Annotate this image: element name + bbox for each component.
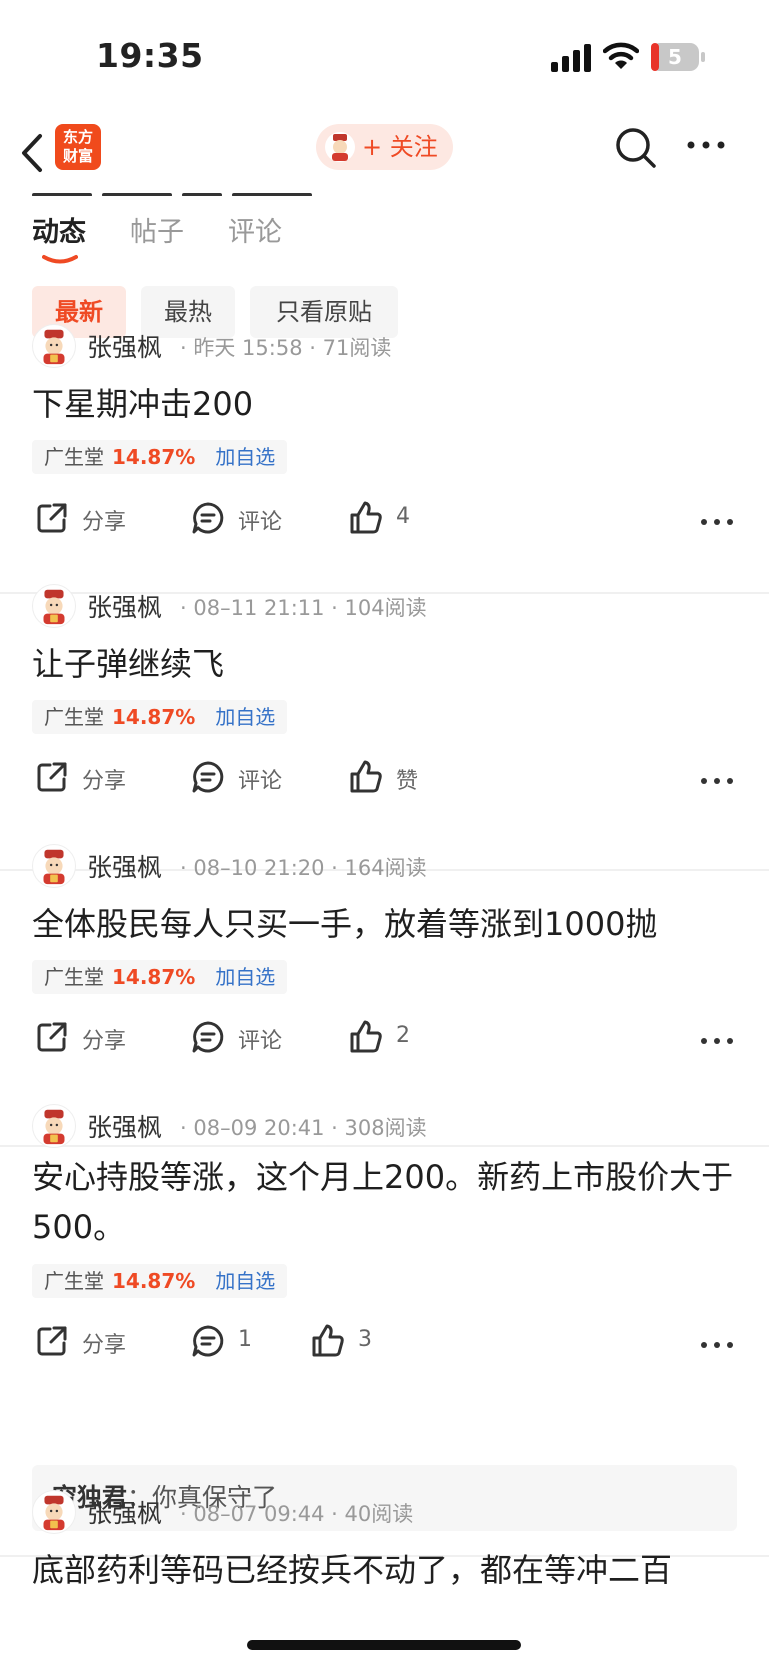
add-watchlist-link[interactable]: 加自选 (215, 1269, 275, 1293)
share-label: 分享 (82, 510, 127, 535)
app-logo: 东方 财富 (55, 124, 101, 170)
read-count: 40阅读 (344, 1502, 414, 1526)
post-more-icon[interactable] (700, 771, 734, 784)
comment-label: 评论 (238, 769, 283, 794)
read-count: 104阅读 (344, 596, 427, 620)
filter-original-only[interactable]: 只看原贴 (250, 286, 398, 338)
read-count: 308阅读 (344, 1116, 427, 1140)
post-text[interactable]: 让子弹继续飞 (32, 638, 737, 690)
post-text[interactable]: 安心持股等涨，这个月上200。新药上市股价大于500。 (32, 1152, 737, 1252)
post-time: 08–11 21:11 (193, 596, 325, 620)
username[interactable]: 张强枫 (87, 1108, 162, 1144)
like-label: 赞 (396, 769, 419, 794)
like-label: 3 (358, 1327, 372, 1352)
active-tab-indicator (42, 255, 78, 264)
scrolled-header-remnant (32, 182, 372, 196)
post-time: 昨天 15:58 (193, 336, 303, 360)
battery-icon: 5 (650, 42, 706, 72)
user-avatar[interactable] (32, 1104, 76, 1148)
post-more-icon[interactable] (700, 1031, 734, 1044)
tab-posts[interactable]: 帖子 (130, 210, 184, 249)
like-label: 2 (396, 1023, 410, 1048)
stock-name: 广生堂 (44, 1269, 104, 1293)
post-meta-info: · 昨天 15:58 · 71阅读 (180, 336, 392, 360)
more-options-icon[interactable] (686, 138, 726, 152)
add-watchlist-link[interactable]: 加自选 (215, 705, 275, 729)
follow-label: + 关注 (362, 133, 438, 161)
post-text[interactable]: 底部药利等码已经按兵不动了，都在等冲二百 (32, 1544, 737, 1596)
stock-tag[interactable]: 广生堂 14.87% 加自选 (32, 440, 288, 474)
user-avatar[interactable] (32, 844, 76, 888)
share-label: 分享 (82, 769, 127, 794)
user-avatar[interactable] (32, 324, 76, 368)
stock-tag[interactable]: 广生堂 14.87% 加自选 (32, 700, 288, 734)
username[interactable]: 张强枫 (87, 1494, 162, 1530)
add-watchlist-link[interactable]: 加自选 (215, 445, 275, 469)
user-avatar[interactable] (32, 1490, 76, 1534)
post-actions: 分享 评论 2 (0, 1015, 769, 1059)
status-bar: 19:35 5 (0, 0, 769, 110)
username[interactable]: 张强枫 (87, 848, 162, 884)
status-time: 19:35 (96, 36, 204, 75)
share-label: 分享 (82, 1029, 127, 1054)
home-indicator (247, 1640, 521, 1650)
post-time: 08–07 09:44 (193, 1502, 325, 1526)
share-button[interactable]: 分享 (34, 755, 134, 799)
stock-change: 14.87% (112, 705, 196, 729)
read-count: 71阅读 (322, 336, 392, 360)
stock-name: 广生堂 (44, 965, 104, 989)
comment-label: 1 (238, 1327, 252, 1352)
share-label: 分享 (82, 1333, 127, 1358)
post-meta-info: · 08–07 09:44 · 40阅读 (180, 1502, 414, 1526)
share-button[interactable]: 分享 (34, 496, 134, 540)
tab-comments[interactable]: 评论 (228, 210, 282, 249)
stock-change: 14.87% (112, 1269, 196, 1293)
comment-label: 评论 (238, 510, 283, 535)
post-meta-info: · 08–10 21:20 · 164阅读 (180, 856, 427, 880)
stock-change: 14.87% (112, 965, 196, 989)
search-icon[interactable] (614, 126, 658, 170)
user-avatar-icon (325, 132, 355, 162)
username[interactable]: 张强枫 (87, 588, 162, 624)
like-button[interactable]: 3 (310, 1319, 410, 1363)
share-button[interactable]: 分享 (34, 1015, 134, 1059)
like-button[interactable]: 赞 (348, 755, 448, 799)
like-label: 4 (396, 504, 410, 529)
read-count: 164阅读 (344, 856, 427, 880)
user-avatar[interactable] (32, 584, 76, 628)
post-more-icon[interactable] (700, 1335, 734, 1348)
tab-dynamic[interactable]: 动态 (32, 210, 86, 249)
add-watchlist-link[interactable]: 加自选 (215, 965, 275, 989)
stock-tag[interactable]: 广生堂 14.87% 加自选 (32, 960, 288, 994)
comment-button[interactable]: 评论 (190, 755, 290, 799)
wifi-icon (603, 42, 639, 69)
stock-change: 14.87% (112, 445, 196, 469)
comment-button[interactable]: 评论 (190, 1015, 290, 1059)
post-time: 08–09 20:41 (193, 1116, 325, 1140)
battery-level: 5 (668, 45, 682, 69)
post-actions: 分享 1 3 (0, 1319, 769, 1363)
post-meta-info: · 08–11 21:11 · 104阅读 (180, 596, 427, 620)
post-meta-info: · 08–09 20:41 · 308阅读 (180, 1116, 427, 1140)
post-actions: 分享 评论 赞 (0, 755, 769, 799)
stock-name: 广生堂 (44, 705, 104, 729)
like-button[interactable]: 2 (348, 1015, 448, 1059)
comment-label: 评论 (238, 1029, 283, 1054)
post-text[interactable]: 下星期冲击200 (32, 378, 737, 430)
post-time: 08–10 21:20 (193, 856, 325, 880)
follow-button[interactable]: + 关注 (316, 124, 453, 170)
post-text[interactable]: 全体股民每人只买一手，放着等涨到1000抛 (32, 898, 737, 950)
post-divider (0, 1145, 769, 1147)
post-more-icon[interactable] (700, 512, 734, 525)
stock-tag[interactable]: 广生堂 14.87% 加自选 (32, 1264, 288, 1298)
username[interactable]: 张强枫 (87, 328, 162, 364)
share-button[interactable]: 分享 (34, 1319, 134, 1363)
like-button[interactable]: 4 (348, 496, 448, 540)
comment-button[interactable]: 1 (190, 1319, 290, 1363)
cellular-signal-icon (551, 44, 591, 72)
back-arrow-icon[interactable] (16, 128, 50, 178)
comment-button[interactable]: 评论 (190, 496, 290, 540)
post-actions: 分享 评论 4 (0, 496, 769, 540)
stock-name: 广生堂 (44, 445, 104, 469)
